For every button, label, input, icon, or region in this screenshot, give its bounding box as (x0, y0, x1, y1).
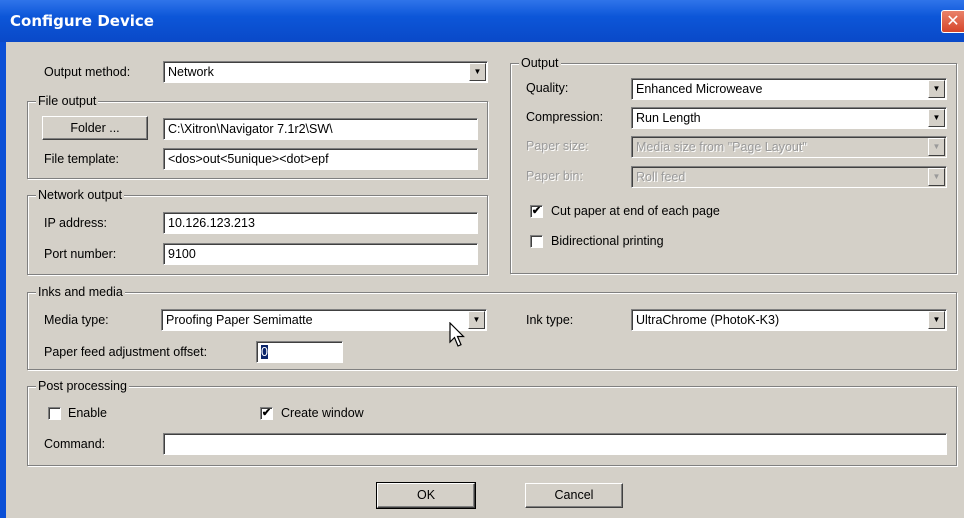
paper-bin-label: Paper bin: (526, 169, 583, 183)
output-legend: Output (519, 56, 561, 70)
title-bar: Configure Device ✕ (0, 0, 964, 42)
feed-offset-label: Paper feed adjustment offset: (44, 345, 208, 359)
command-label: Command: (44, 437, 106, 451)
ip-address-field[interactable]: 10.126.123.213 (163, 212, 478, 234)
ink-type-label: Ink type: (526, 313, 574, 327)
chevron-down-icon[interactable]: ▼ (928, 80, 945, 98)
output-method-label: Output method: (44, 65, 131, 79)
chevron-down-icon[interactable]: ▼ (468, 311, 485, 329)
folder-path-field[interactable]: C:\Xitron\Navigator 7.1r2\SW\ (163, 118, 478, 140)
paper-size-value: Media size from "Page Layout" (636, 140, 807, 154)
media-type-label: Media type: (44, 313, 109, 327)
create-window-label: Create window (281, 406, 364, 420)
ink-type-select[interactable]: UltraChrome (PhotoK-K3) ▼ (631, 309, 947, 331)
cut-paper-checkbox[interactable]: ✔ (530, 205, 543, 218)
bidirectional-label: Bidirectional printing (551, 234, 664, 248)
paper-size-label: Paper size: (526, 139, 589, 153)
mouse-cursor-icon (449, 322, 465, 347)
compression-select[interactable]: Run Length ▼ (631, 107, 947, 129)
file-template-field[interactable]: <dos>out<5unique><dot>epf (163, 148, 478, 170)
ip-address-label: IP address: (44, 216, 108, 230)
output-method-select[interactable]: Network ▼ (163, 61, 488, 83)
post-processing-legend: Post processing (36, 379, 129, 393)
feed-offset-field[interactable]: 0 (256, 341, 343, 363)
quality-label: Quality: (526, 81, 569, 95)
close-button[interactable]: ✕ (941, 10, 964, 33)
output-method-value: Network (168, 65, 214, 79)
feed-offset-value: 0 (261, 345, 268, 359)
window-title: Configure Device (10, 12, 154, 30)
ok-button[interactable]: OK (376, 482, 476, 509)
cancel-button[interactable]: Cancel (525, 483, 623, 508)
paper-size-select: Media size from "Page Layout" ▼ (631, 136, 947, 158)
quality-select[interactable]: Enhanced Microweave ▼ (631, 78, 947, 100)
chevron-down-icon: ▼ (928, 138, 945, 156)
compression-label: Compression: (526, 110, 604, 124)
chevron-down-icon[interactable]: ▼ (928, 109, 945, 127)
ink-type-value: UltraChrome (PhotoK-K3) (636, 313, 780, 327)
command-field[interactable] (163, 433, 947, 455)
close-icon: ✕ (946, 11, 960, 30)
cut-paper-label: Cut paper at end of each page (551, 204, 720, 218)
enable-label: Enable (68, 406, 107, 420)
chevron-down-icon[interactable]: ▼ (469, 63, 486, 81)
paper-bin-select: Roll feed ▼ (631, 166, 947, 188)
port-number-field[interactable]: 9100 (163, 243, 478, 265)
enable-checkbox[interactable] (48, 407, 61, 420)
chevron-down-icon: ▼ (928, 168, 945, 186)
compression-value: Run Length (636, 111, 701, 125)
file-output-legend: File output (36, 94, 99, 108)
port-number-label: Port number: (44, 247, 117, 261)
check-icon: ✔ (531, 205, 542, 217)
bidirectional-checkbox[interactable] (530, 235, 543, 248)
create-window-checkbox[interactable]: ✔ (260, 407, 273, 420)
file-template-label: File template: (44, 152, 120, 166)
chevron-down-icon[interactable]: ▼ (928, 311, 945, 329)
media-type-select[interactable]: Proofing Paper Semimatte ▼ (161, 309, 487, 331)
inks-media-legend: Inks and media (36, 285, 125, 299)
folder-button[interactable]: Folder ... (42, 116, 148, 140)
paper-bin-value: Roll feed (636, 170, 686, 184)
quality-value: Enhanced Microweave (636, 82, 763, 96)
media-type-value: Proofing Paper Semimatte (166, 313, 313, 327)
check-icon: ✔ (261, 407, 272, 419)
network-output-legend: Network output (36, 188, 125, 202)
